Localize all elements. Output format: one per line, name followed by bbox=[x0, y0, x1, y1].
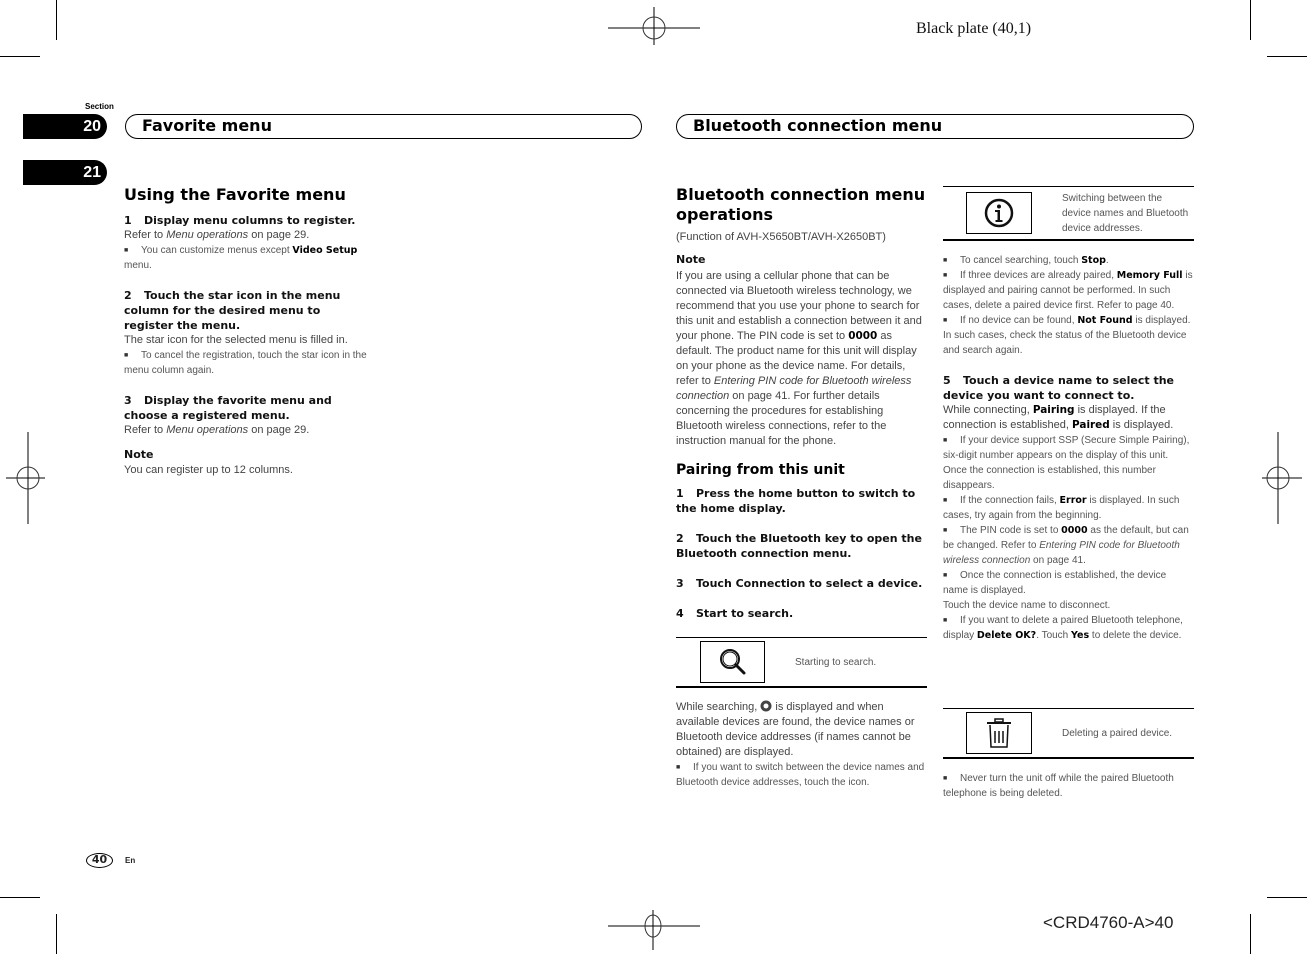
pairing-step-1: 1 Press the home button to switch to the … bbox=[676, 487, 916, 515]
crop-mark bbox=[0, 897, 40, 898]
crop-mark bbox=[0, 56, 40, 57]
bt-note-label: Note bbox=[676, 253, 706, 266]
menu-operations-link[interactable]: Menu operations bbox=[166, 424, 248, 436]
crop-mark bbox=[1250, 914, 1251, 954]
ssp-bullet: If your device support SSP (Secure Simpl… bbox=[943, 433, 1194, 493]
step-1: 1 Display menu columns to register. bbox=[124, 214, 356, 227]
disconnect-text: Touch the device name to disconnect. bbox=[943, 600, 1111, 611]
pin-bullet: The PIN code is set to 0000 as the defau… bbox=[943, 523, 1194, 568]
bluetooth-column-1: Bluetooth connection menu operations (Fu… bbox=[676, 185, 927, 621]
favorite-column: Using the Favorite menu 1 Display menu co… bbox=[124, 185, 369, 478]
search-icon-description: Starting to search. bbox=[795, 657, 877, 668]
step-3: 3 Display the favorite menu and choose a … bbox=[124, 394, 332, 422]
section-tab-21[interactable]: 21 bbox=[23, 160, 107, 185]
once-connected-bullet: Once the connection is established, the … bbox=[943, 568, 1194, 598]
banner-favorite-menu: Favorite menu bbox=[125, 114, 642, 139]
pairing-step-5: 5 Touch a device name to select the devic… bbox=[943, 374, 1174, 402]
cancel-bullet: To cancel searching, touch Stop. bbox=[943, 253, 1194, 268]
document-code: <CRD4760-A>40 bbox=[1043, 913, 1174, 932]
pairing-title: Pairing from this unit bbox=[676, 462, 845, 478]
bluetooth-title: Bluetooth connection menu operations bbox=[676, 185, 926, 224]
note-label: Note bbox=[124, 448, 154, 461]
searching-spinner-icon bbox=[760, 700, 772, 712]
registration-mark-bottom bbox=[608, 910, 700, 950]
info-button[interactable] bbox=[966, 192, 1032, 234]
section-label: Section bbox=[85, 102, 114, 111]
info-icon bbox=[984, 198, 1014, 228]
search-icon bbox=[719, 649, 745, 675]
language-label: En bbox=[125, 856, 136, 865]
registration-mark-left bbox=[6, 432, 45, 524]
step-2-bullet: To cancel the registration, touch the st… bbox=[124, 348, 369, 378]
step-5-body: While connecting, Pairing is displayed. … bbox=[943, 404, 1174, 431]
bt-note-text: If you are using a cellular phone that c… bbox=[676, 270, 922, 447]
never-bullet-block: Never turn the unit off while the paired… bbox=[943, 771, 1194, 801]
search-button[interactable] bbox=[700, 641, 765, 683]
menu-operations-link[interactable]: Menu operations bbox=[166, 229, 248, 241]
crop-mark bbox=[1250, 0, 1251, 40]
note-text: You can register up to 12 columns. bbox=[124, 464, 293, 476]
step-1-bullet: You can customize menus except Video Set… bbox=[124, 243, 369, 273]
while-searching-text: While searching, is displayed and when a… bbox=[676, 700, 915, 758]
step-3-ref: Refer to Menu operations on page 29. bbox=[124, 424, 310, 436]
pairing-step-4: 4 Start to search. bbox=[676, 607, 794, 620]
crop-mark bbox=[1267, 56, 1307, 57]
never-turn-off-bullet: Never turn the unit off while the paired… bbox=[943, 771, 1194, 801]
delete-bullet: If you want to delete a paired Bluetooth… bbox=[943, 613, 1194, 643]
registration-mark-top bbox=[608, 7, 700, 45]
section-tab-20[interactable]: 20 bbox=[23, 114, 107, 139]
step-2-body: The star icon for the selected menu is f… bbox=[124, 334, 348, 346]
registration-mark-right bbox=[1262, 432, 1302, 524]
info-icon-description: Switching between the device names and B… bbox=[1062, 193, 1189, 234]
crop-mark bbox=[56, 0, 57, 40]
trash-icon-description: Deleting a paired device. bbox=[1062, 728, 1173, 739]
pairing-step-3: 3 Touch Connection to select a device. bbox=[676, 577, 923, 590]
memory-full-bullet: If three devices are already paired, Mem… bbox=[943, 268, 1194, 313]
trash-icon bbox=[987, 718, 1011, 748]
step-1-ref: Refer to Menu operations on page 29. bbox=[124, 229, 310, 241]
pairing-step-2: 2 Touch the Bluetooth key to open the Blu… bbox=[676, 532, 922, 560]
not-found-bullet: If no device can be found, Not Found is … bbox=[943, 313, 1194, 358]
error-bullet: If the connection fails, Error is displa… bbox=[943, 493, 1194, 523]
while-searching-block: While searching, is displayed and when a… bbox=[676, 700, 927, 790]
delete-button[interactable] bbox=[966, 712, 1032, 754]
plate-label: Black plate (40,1) bbox=[916, 20, 1032, 37]
function-of: (Function of AVH-X5650BT/AVH-X2650BT) bbox=[676, 231, 886, 243]
banner-bluetooth-connection-menu: Bluetooth connection menu bbox=[676, 114, 1194, 139]
switch-bullet: If you want to switch between the device… bbox=[676, 760, 927, 790]
crop-mark bbox=[1267, 897, 1307, 898]
crop-mark bbox=[56, 914, 57, 954]
favorite-title: Using the Favorite menu bbox=[124, 185, 346, 204]
page-number: 40 bbox=[86, 853, 113, 868]
bluetooth-column-2: To cancel searching, touch Stop. If thre… bbox=[943, 253, 1194, 643]
step-2: 2 Touch the star icon in the menu column … bbox=[124, 289, 341, 332]
